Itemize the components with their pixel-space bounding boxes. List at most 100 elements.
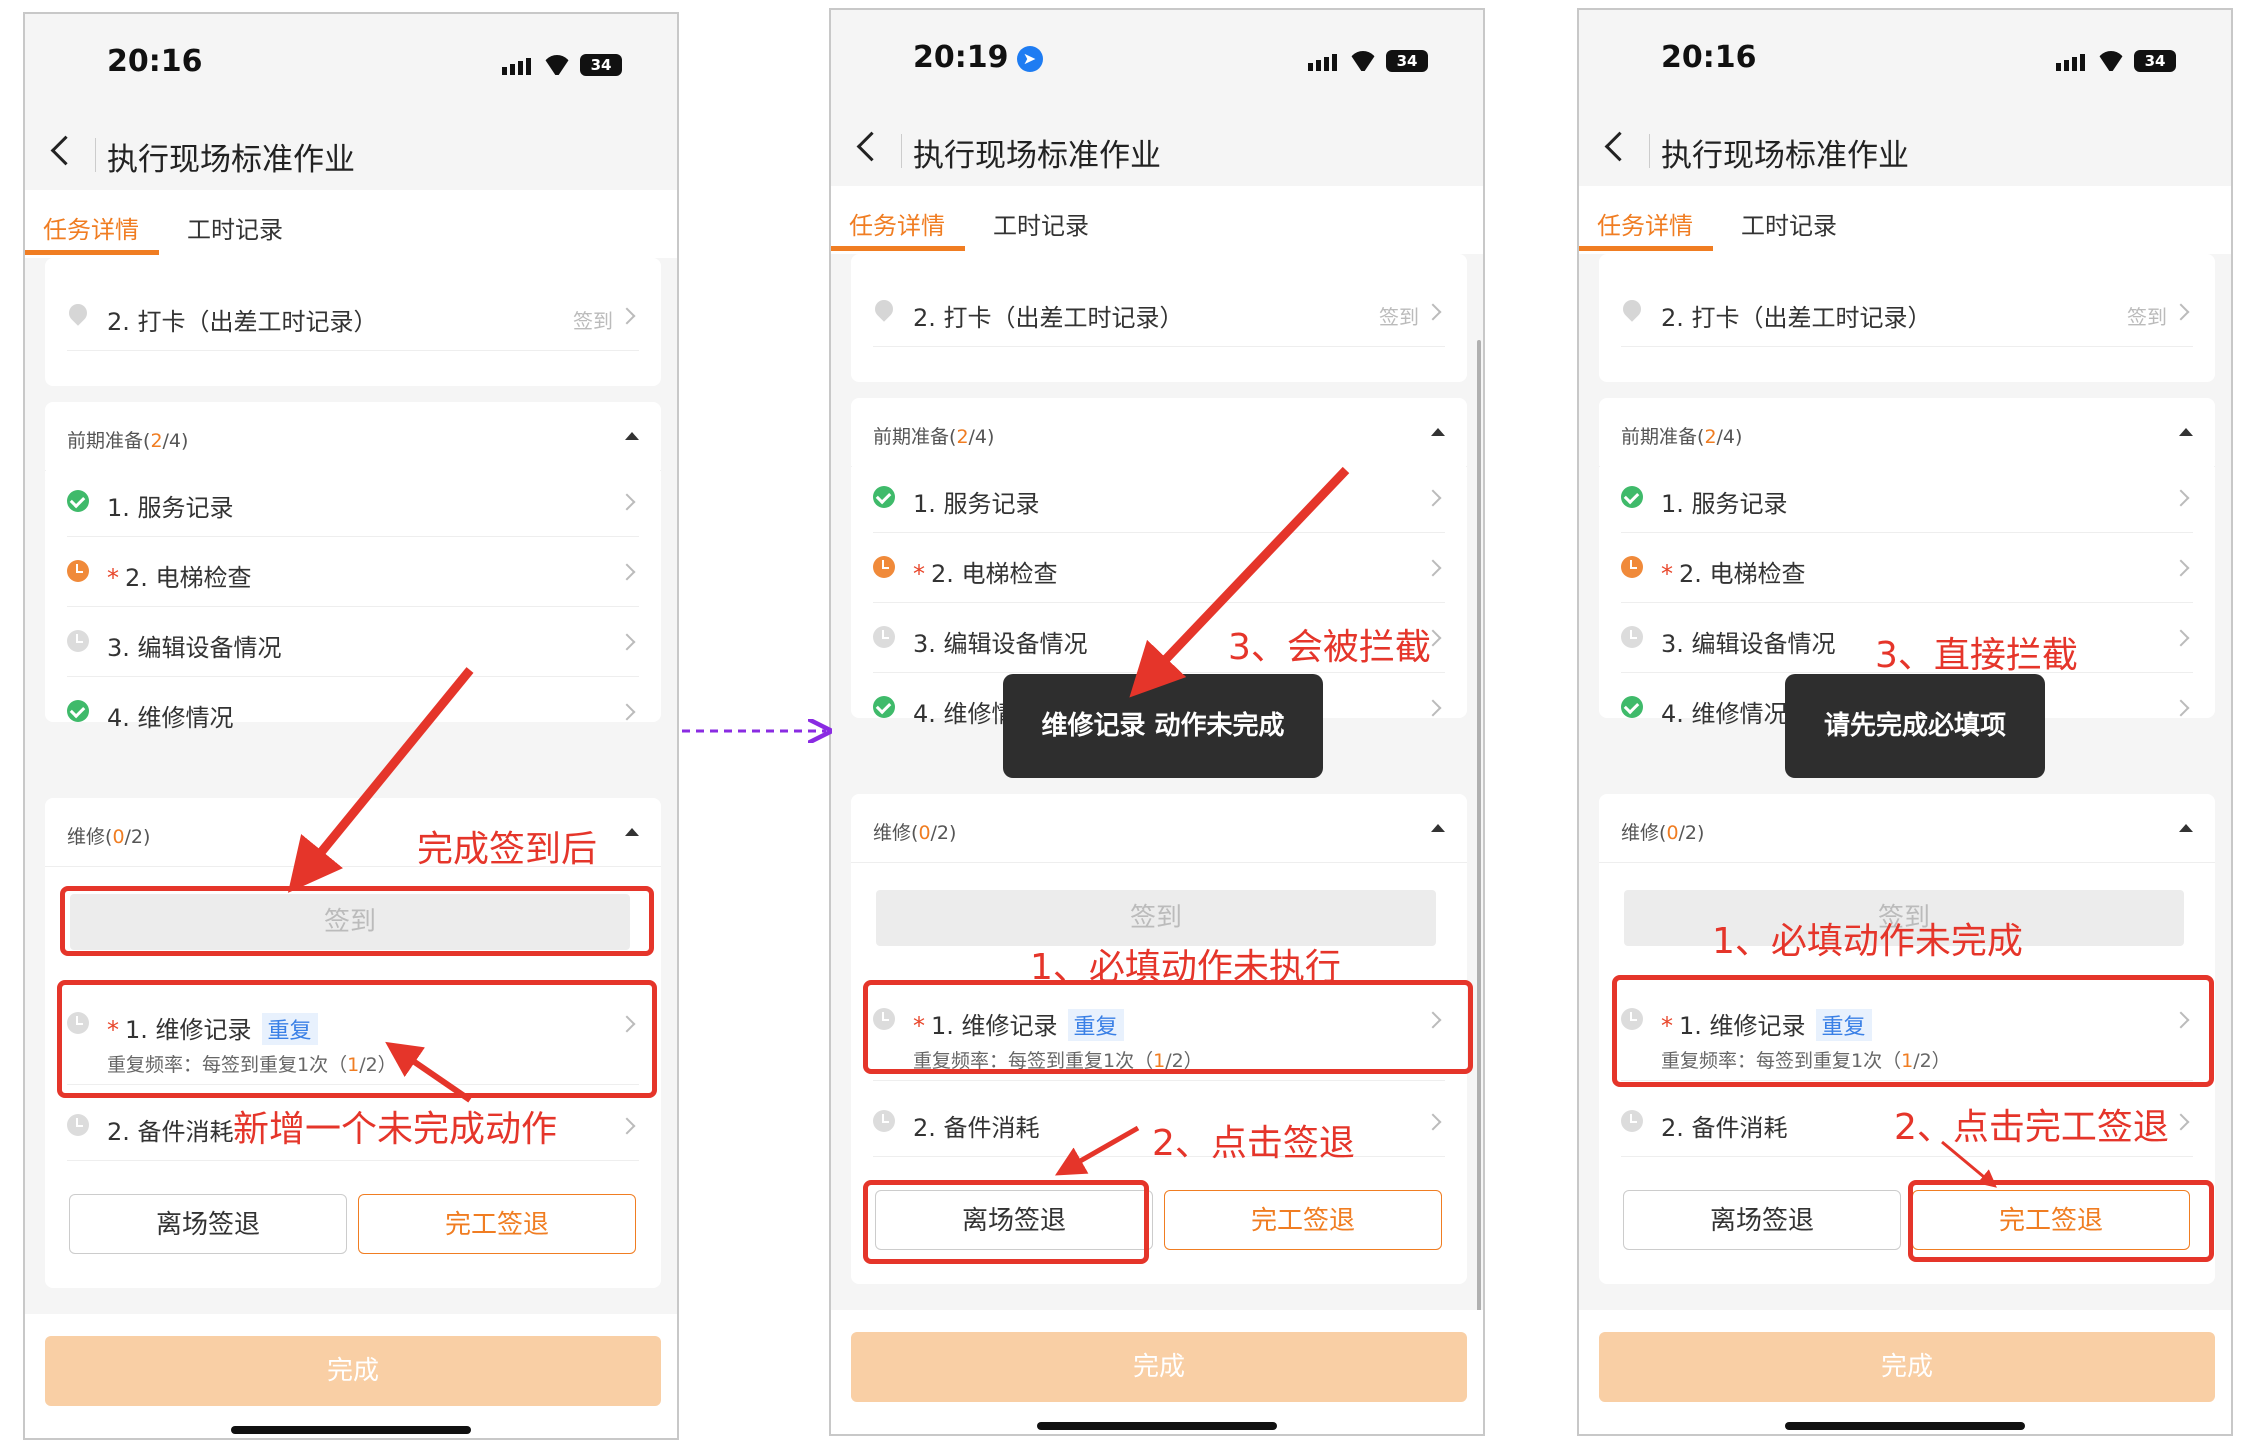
complete-checkout-button[interactable]: 完工签退: [358, 1194, 636, 1254]
check-circle-icon: [1621, 486, 1643, 508]
prep-header[interactable]: 前期准备(2/4): [1599, 398, 2215, 467]
tab-task-details[interactable]: 任务详情: [849, 206, 945, 241]
checkin-row[interactable]: 2. 打卡（出差工时记录） 签到: [65, 280, 639, 351]
tab-task-details[interactable]: 任务详情: [1597, 206, 1693, 241]
annotation-new-action: 新增一个未完成动作: [233, 1109, 558, 1150]
annotation-blocked: 3、会被拦截: [1228, 627, 1431, 668]
tab-task-details[interactable]: 任务详情: [43, 210, 139, 245]
prep-item-1[interactable]: 1. 服务记录: [67, 466, 639, 537]
caret-up-icon[interactable]: [625, 828, 639, 836]
caret-up-icon[interactable]: [1431, 824, 1445, 832]
chevron-right-icon: [1424, 489, 1442, 507]
status-icons: 34: [502, 54, 622, 76]
caret-up-icon[interactable]: [1431, 428, 1445, 436]
finish-button[interactable]: 完成: [45, 1336, 661, 1406]
prep-title: 前期准备(2/4): [1621, 426, 1743, 448]
chevron-left-icon[interactable]: [50, 135, 81, 166]
status-time: 20:19 ➤: [913, 40, 1043, 75]
prep-item-2[interactable]: * 2. 电梯检查: [67, 536, 639, 607]
caret-up-icon[interactable]: [625, 432, 639, 440]
prep-item-2[interactable]: * 2. 电梯检查: [1621, 532, 2193, 603]
status-bar: 20:19 ➤ 34: [831, 10, 1483, 116]
status-time: 20:16: [107, 44, 203, 79]
prep-item-1[interactable]: 1. 服务记录: [1621, 462, 2193, 533]
caret-up-icon[interactable]: [2179, 428, 2193, 436]
tab-work-hours[interactable]: 工时记录: [187, 210, 283, 245]
repair-header[interactable]: 维修(0/2): [1599, 794, 2215, 863]
page-title: 执行现场标准作业: [107, 142, 355, 178]
highlight-complete-button: [1908, 1180, 2214, 1262]
checkin-row[interactable]: 2. 打卡（出差工时记录） 签到: [1619, 276, 2193, 347]
tab-indicator: [25, 250, 159, 255]
clock-orange-icon: [873, 556, 895, 578]
prep-item-1[interactable]: 1. 服务记录: [873, 462, 1445, 533]
chevron-left-icon[interactable]: [1604, 131, 1635, 162]
battery-icon: 34: [1386, 50, 1428, 72]
leave-checkout-button[interactable]: 离场签退: [1623, 1190, 1901, 1250]
clock-grey-icon: [1621, 1110, 1643, 1132]
chevron-right-icon: [2172, 1113, 2190, 1131]
prep-item-2[interactable]: * 2. 电梯检查: [873, 532, 1445, 603]
prep-item-3[interactable]: 3. 编辑设备情况: [67, 606, 639, 677]
chevron-right-icon: [2172, 699, 2190, 717]
home-indicator: [1037, 1422, 1277, 1430]
location-pin-icon: [1619, 296, 1645, 322]
tab-work-hours[interactable]: 工时记录: [993, 206, 1089, 241]
prep-header[interactable]: 前期准备(2/4): [45, 402, 661, 471]
check-circle-icon: [1621, 696, 1643, 718]
toast-message: 请先完成必填项: [1785, 674, 2045, 778]
chevron-right-icon: [1424, 699, 1442, 717]
highlight-signin: [60, 886, 654, 956]
clock-grey-icon: [67, 630, 89, 652]
nav-bar: 执行现场标准作业: [1579, 116, 2231, 186]
chevron-right-icon: [618, 307, 636, 325]
chevron-left-icon[interactable]: [856, 131, 887, 162]
tab-indicator: [831, 246, 965, 251]
repair-header[interactable]: 维修(0/2): [851, 794, 1467, 863]
check-circle-icon: [873, 486, 895, 508]
page-title: 执行现场标准作业: [913, 138, 1161, 174]
finish-button[interactable]: 完成: [1599, 1332, 2215, 1402]
status-bar: 20:16 34: [25, 14, 677, 120]
highlight-repair-item-p1: [57, 980, 657, 1098]
tab-bar: 任务详情 工时记录: [25, 190, 677, 258]
leave-checkout-button[interactable]: 离场签退: [69, 1194, 347, 1254]
highlight-repair-item-p3: [1612, 975, 2214, 1087]
status-time: 20:16: [1661, 40, 1757, 75]
prep-item-4[interactable]: 4. 维修情况: [67, 676, 639, 746]
tab-work-hours[interactable]: 工时记录: [1741, 206, 1837, 241]
repair-title: 维修(0/2): [1621, 822, 1705, 844]
finish-button[interactable]: 完成: [851, 1332, 1467, 1402]
chevron-right-icon: [2172, 303, 2190, 321]
prep-header[interactable]: 前期准备(2/4): [851, 398, 1467, 467]
location-pin-icon: [871, 296, 897, 322]
chevron-right-icon: [618, 1117, 636, 1135]
status-icons: 34: [1308, 50, 1428, 72]
check-circle-icon: [873, 696, 895, 718]
wifi-icon: [2096, 51, 2126, 71]
annotation-required-not-done: 1、必填动作未完成: [1712, 921, 2023, 962]
prep-title: 前期准备(2/4): [873, 426, 995, 448]
cellular-signal-icon: [2056, 52, 2088, 71]
chevron-right-icon: [2172, 629, 2190, 647]
wifi-icon: [542, 55, 572, 75]
nav-divider: [901, 134, 902, 168]
checkin-card: 2. 打卡（出差工时记录） 签到: [1599, 254, 2215, 382]
caret-up-icon[interactable]: [2179, 824, 2193, 832]
nav-bar: 执行现场标准作业: [25, 120, 677, 190]
tab-bar: 任务详情 工时记录: [831, 186, 1483, 254]
phone-screen-1: 20:16 34 执行现场标准作业 任务详情 工时记录 2. 打卡（出差工时记录…: [23, 12, 679, 1440]
checkin-row[interactable]: 2. 打卡（出差工时记录） 签到: [871, 276, 1445, 347]
battery-icon: 34: [580, 54, 622, 76]
nav-divider: [95, 138, 96, 172]
scrollbar[interactable]: [1477, 340, 1481, 1360]
nav-bar: 执行现场标准作业: [831, 116, 1483, 186]
battery-icon: 34: [2134, 50, 2176, 72]
repair-title: 维修(0/2): [67, 826, 151, 848]
page-title: 执行现场标准作业: [1661, 138, 1909, 174]
complete-checkout-button[interactable]: 完工签退: [1164, 1190, 1442, 1250]
cellular-signal-icon: [502, 56, 534, 75]
chevron-right-icon: [618, 703, 636, 721]
wifi-icon: [1348, 51, 1378, 71]
cellular-signal-icon: [1308, 52, 1340, 71]
